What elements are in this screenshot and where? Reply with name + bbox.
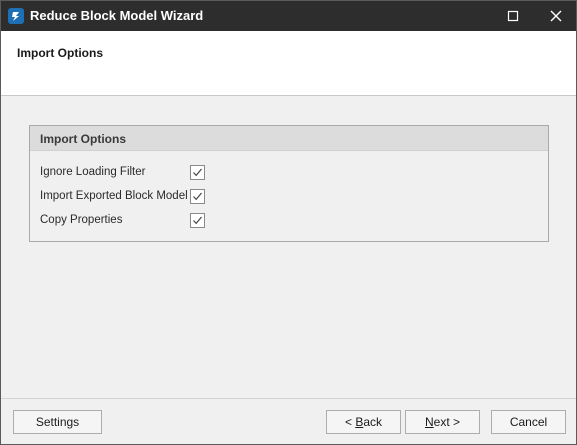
back-button-rest: ack [363,415,383,429]
import-options-group: Import Options Ignore Loading Filter Imp… [29,125,549,242]
cancel-button[interactable]: Cancel [491,410,566,434]
window-title: Reduce Block Model Wizard [30,8,204,23]
checkmark-icon [193,168,202,177]
wizard-header: Import Options [1,31,576,96]
next-button-rest: ext > [433,415,461,429]
close-button[interactable] [534,1,577,31]
checkmark-icon [193,216,202,225]
back-button[interactable]: < Back [326,410,401,434]
copy-properties-checkbox[interactable] [190,213,205,228]
wizard-window: Reduce Block Model Wizard Import Options… [0,0,577,445]
maximize-icon [507,10,519,22]
option-ignore-loading-filter: Ignore Loading Filter [30,163,548,183]
ignore-loading-filter-checkbox[interactable] [190,165,205,180]
page-title: Import Options [17,46,103,60]
group-header: Import Options [30,126,548,151]
back-button-prefix: < [344,415,356,429]
option-label: Import Exported Block Model [40,190,188,202]
close-icon [550,10,562,22]
option-label: Copy Properties [40,214,123,226]
settings-button[interactable]: Settings [13,410,102,434]
option-import-exported-block-model: Import Exported Block Model [30,187,548,207]
option-copy-properties: Copy Properties [30,211,548,231]
title-bar[interactable]: Reduce Block Model Wizard [1,1,576,31]
app-logo-icon [8,8,24,24]
maximize-button[interactable] [491,1,535,31]
checkmark-icon [193,192,202,201]
next-button-mnemonic: N [424,415,434,429]
import-exported-block-model-checkbox[interactable] [190,189,205,204]
footer-divider [1,398,576,399]
next-button[interactable]: Next > [405,410,480,434]
group-title: Import Options [40,132,126,146]
option-label: Ignore Loading Filter [40,166,146,178]
